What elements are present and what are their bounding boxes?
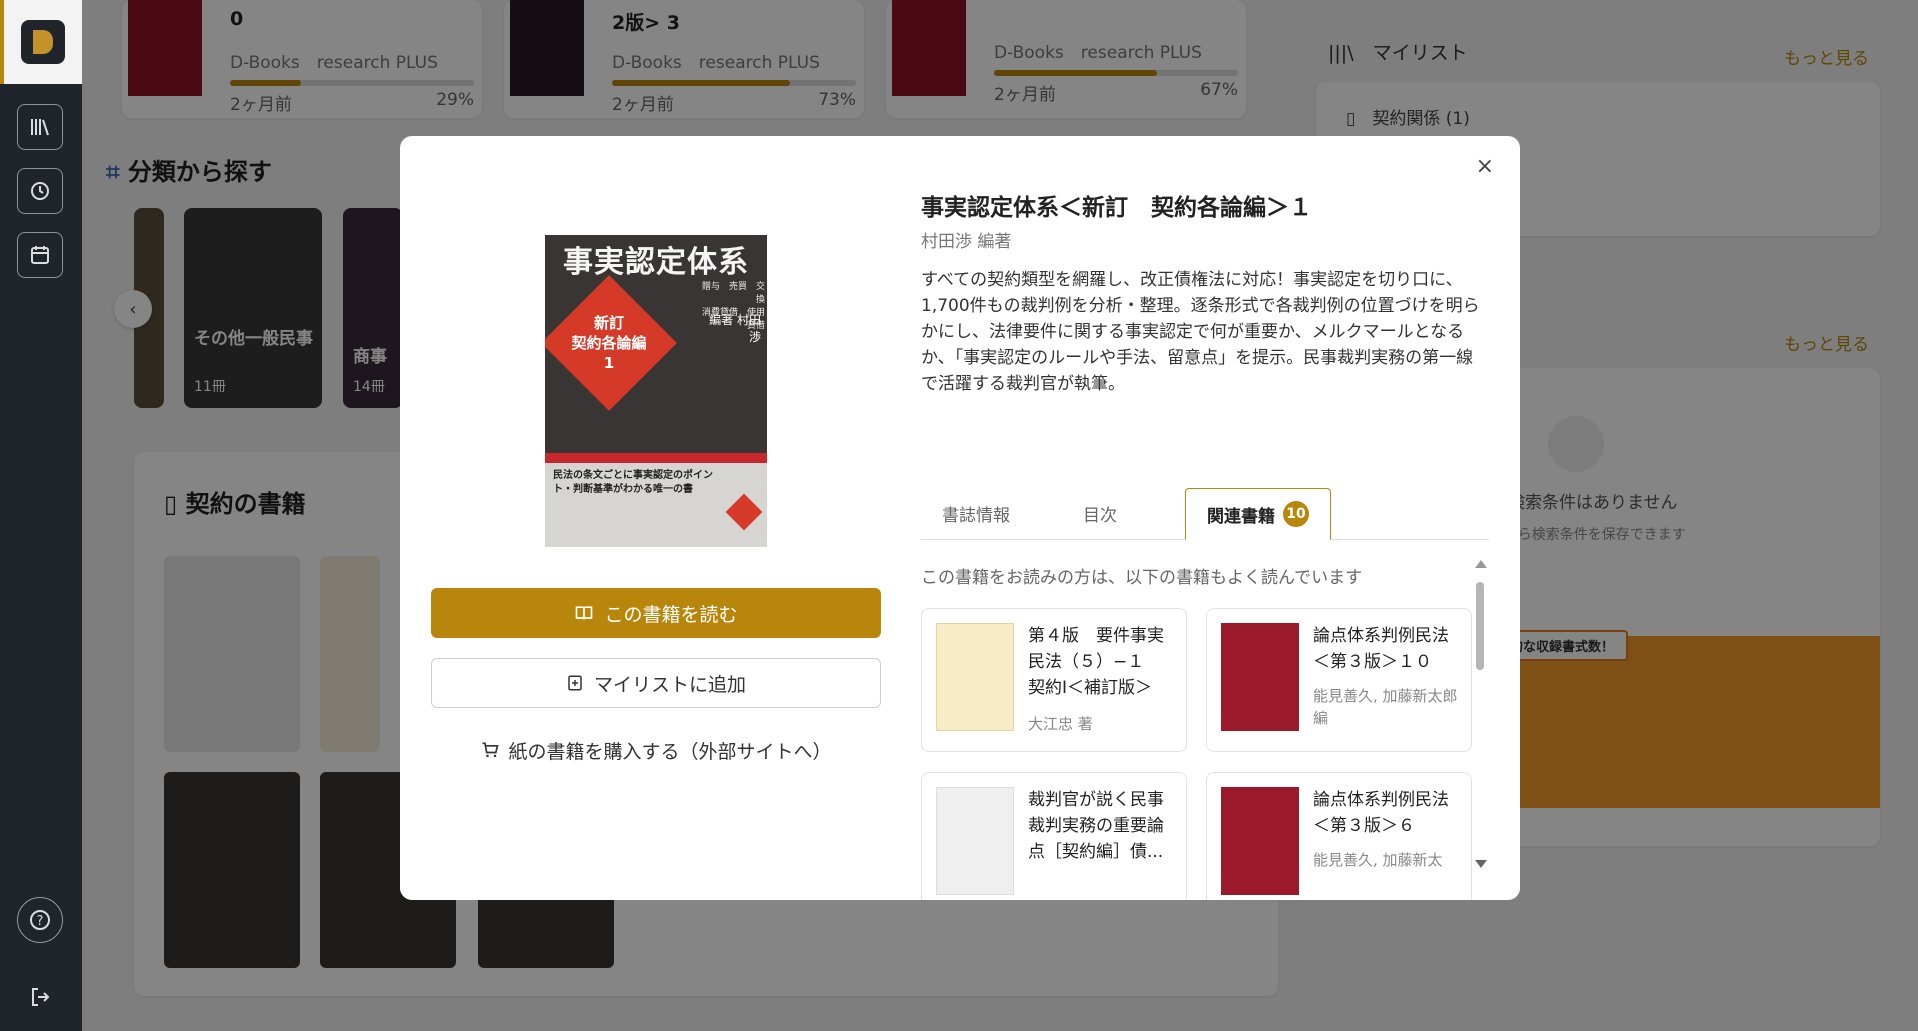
cover-author: 編著 村田 渉 — [709, 313, 761, 344]
tab-label: 目次 — [1083, 505, 1117, 526]
related-book-thumbnail — [936, 787, 1014, 895]
add-to-mylist-label: マイリストに追加 — [593, 673, 746, 696]
cover-red-strip — [545, 453, 767, 463]
help-icon[interactable]: ? — [17, 897, 63, 943]
book-cover-image: 事実認定体系 新訂 契約各論編 1 贈与 売買 交換 消費貸借 使用貸借 編著 … — [545, 235, 767, 547]
book-detail-modal: × 事実認定体系 新訂 契約各論編 1 贈与 売買 交換 消費貸借 使用貸借 編… — [400, 136, 1520, 900]
related-book-title: 第４版 要件事実民法（５）−１ 契約Ⅰ＜補訂版＞ — [1028, 626, 1164, 698]
open-book-icon — [576, 606, 593, 620]
read-book-button[interactable]: この書籍を読む — [431, 588, 881, 638]
buy-paper-book-link[interactable]: 紙の書籍を購入する（外部サイトへ） — [431, 730, 881, 770]
related-book-card[interactable]: 論点体系判例民法＜第３版＞６ 能見善久, 加藤新太 — [1206, 772, 1472, 900]
related-book-title: 論点体系判例民法＜第３版＞１０ — [1313, 626, 1449, 672]
logout-icon[interactable] — [17, 974, 63, 1020]
library-icon[interactable] — [17, 104, 63, 150]
book-author: 村田渉 編著 — [921, 232, 1012, 252]
svg-text:?: ? — [37, 914, 44, 929]
tab-table-of-contents[interactable]: 目次 — [1045, 488, 1155, 538]
cover-small-diamond — [725, 493, 763, 531]
buy-paper-book-label: 紙の書籍を購入する（外部サイトへ） — [508, 740, 832, 763]
app-logo[interactable] — [0, 0, 82, 84]
detail-tabs: 書誌情報 目次 関連書籍 10 — [921, 488, 1489, 540]
tab-label: 関連書籍 — [1207, 506, 1275, 527]
scroll-up-icon[interactable] — [1475, 560, 1487, 568]
cover-tagline: 民法の条文ごとに事実認定のポイント・判断基準がわかる唯一の書 — [553, 470, 713, 495]
tab-label: 書誌情報 — [942, 505, 1010, 526]
sidebar: ? — [0, 0, 82, 1031]
bookmark-add-icon — [568, 675, 582, 691]
add-to-mylist-button[interactable]: マイリストに追加 — [431, 658, 881, 708]
read-book-label: この書籍を読む — [604, 603, 738, 626]
related-count-badge: 10 — [1283, 501, 1309, 527]
book-title: 事実認定体系＜新訂 契約各論編＞１ — [921, 195, 1312, 221]
related-scrollbar[interactable] — [1474, 560, 1488, 868]
related-book-author: 能見善久, 加藤新太 — [1313, 851, 1443, 869]
related-book-card[interactable]: 第４版 要件事実民法（５）−１ 契約Ⅰ＜補訂版＞ 大江忠 著 — [921, 608, 1187, 752]
related-book-author: 能見善久, 加藤新太郎 編 — [1313, 687, 1458, 727]
book-description: すべての契約類型を網羅し、改正債権法に対応！事実認定を切り口に、1,700件もの… — [921, 270, 1480, 394]
related-book-thumbnail — [936, 623, 1014, 731]
related-book-card[interactable]: 裁判官が説く民事裁判実務の重要論点［契約編］債... — [921, 772, 1187, 900]
scroll-thumb[interactable] — [1476, 582, 1484, 670]
calendar-search-icon[interactable] — [17, 232, 63, 278]
close-icon: × — [1475, 154, 1494, 179]
tab-related-books[interactable]: 関連書籍 10 — [1185, 488, 1331, 540]
cover-title: 事実認定体系 — [563, 245, 749, 280]
history-icon[interactable] — [17, 168, 63, 214]
related-book-title: 論点体系判例民法＜第３版＞６ — [1313, 790, 1449, 836]
cover-diamond-text: 新訂 契約各論編 1 — [571, 314, 647, 372]
tab-bibliographic-info[interactable]: 書誌情報 — [921, 488, 1031, 538]
related-book-author: 大江忠 著 — [1028, 715, 1093, 733]
related-book-card[interactable]: 論点体系判例民法＜第３版＞１０ 能見善久, 加藤新太郎 編 — [1206, 608, 1472, 752]
related-note: この書籍をお読みの方は、以下の書籍もよく読んでいます — [921, 568, 1363, 588]
logo-icon — [21, 20, 65, 64]
cart-icon — [482, 742, 500, 758]
related-book-title: 裁判官が説く民事裁判実務の重要論点［契約編］債... — [1028, 790, 1164, 862]
related-book-thumbnail — [1221, 623, 1299, 731]
cover-lower: 民法の条文ごとに事実認定のポイント・判断基準がわかる唯一の書 — [545, 453, 767, 547]
related-book-thumbnail — [1221, 787, 1299, 895]
scroll-down-icon[interactable] — [1475, 860, 1487, 868]
close-button[interactable]: × — [1476, 154, 1494, 179]
